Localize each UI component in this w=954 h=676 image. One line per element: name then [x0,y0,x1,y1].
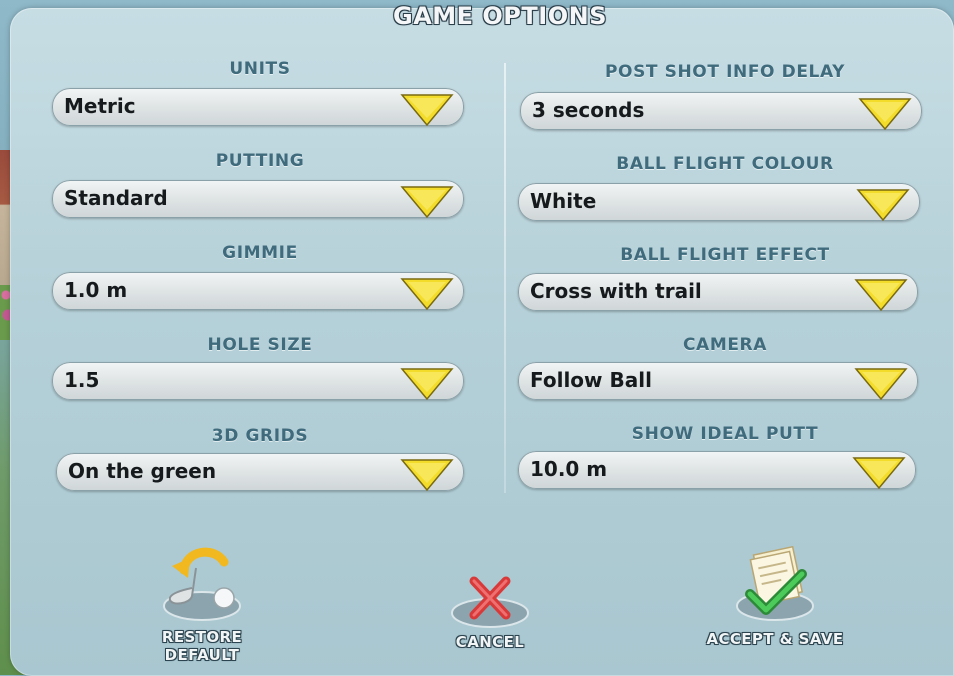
ball-flight-colour-value: White [530,189,597,213]
3d-grids-value: On the green [68,459,217,483]
dropdown-arrow-icon [400,368,454,400]
ball-flight-effect-label: BALL FLIGHT EFFECT [620,245,830,265]
dropdown-arrow-icon [856,189,910,221]
restore-default-icon [163,547,241,621]
accept-caption: ACCEPT & SAVE [706,630,844,648]
hole-size-label: HOLE SIZE [207,335,313,355]
cancel-x-icon [451,576,529,628]
post-shot-delay-dropdown[interactable]: 3 seconds [520,92,922,130]
accept-check-icon [736,545,814,621]
dropdown-arrow-icon [854,368,908,400]
3d-grids-dropdown[interactable]: On the green [56,453,464,491]
dropdown-arrow-icon [400,186,454,218]
gimmie-label: GIMMIE [222,243,298,263]
ball-flight-colour-label: BALL FLIGHT COLOUR [616,154,834,174]
panel-title: GAME OPTIONS [393,2,607,30]
column-divider [504,63,506,493]
restore-caption-line2: DEFAULT [164,646,240,664]
camera-dropdown[interactable]: Follow Ball [518,362,918,400]
hole-size-dropdown[interactable]: 1.5 [52,362,464,400]
units-dropdown[interactable]: Metric [52,88,464,126]
ball-flight-effect-value: Cross with trail [530,279,702,303]
dropdown-arrow-icon [854,279,908,311]
cancel-caption: CANCEL [455,633,525,651]
restore-default-button[interactable]: RESTORE DEFAULT [150,540,254,664]
putting-dropdown[interactable]: Standard [52,180,464,218]
cancel-button[interactable]: CANCEL [440,573,540,651]
putting-value: Standard [64,186,168,210]
camera-value: Follow Ball [530,368,652,392]
post-shot-delay-value: 3 seconds [532,98,645,122]
units-label: UNITS [229,59,291,79]
camera-label: CAMERA [682,335,767,355]
dropdown-arrow-icon [852,457,906,489]
dropdown-arrow-icon [400,278,454,310]
dropdown-arrow-icon [400,94,454,126]
restore-caption-line1: RESTORE [161,628,243,646]
hole-size-value: 1.5 [64,368,100,392]
ball-flight-effect-dropdown[interactable]: Cross with trail [518,273,918,311]
dropdown-arrow-icon [858,98,912,130]
show-ideal-putt-label: SHOW IDEAL PUTT [631,424,819,444]
accept-save-button[interactable]: ACCEPT & SAVE [700,544,850,648]
dropdown-arrow-icon [400,459,454,491]
gimmie-value: 1.0 m [64,278,128,302]
show-ideal-putt-dropdown[interactable]: 10.0 m [518,451,916,489]
ball-flight-colour-dropdown[interactable]: White [518,183,920,221]
post-shot-delay-label: POST SHOT INFO DELAY [604,62,846,82]
putting-label: PUTTING [215,151,305,171]
show-ideal-putt-value: 10.0 m [530,457,608,481]
3d-grids-label: 3D GRIDS [211,426,309,446]
game-options-panel: GAME OPTIONS UNITS Metric PUTTING Standa… [10,2,954,676]
gimmie-dropdown[interactable]: 1.0 m [52,272,464,310]
units-value: Metric [64,94,136,118]
